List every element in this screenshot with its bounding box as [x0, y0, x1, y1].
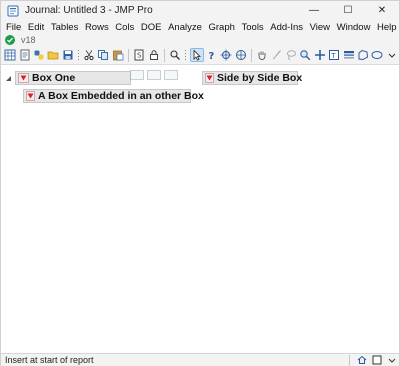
simple-shape-icon[interactable]: T — [328, 48, 340, 62]
outline-embedded-box: A Box Embedded in an other Box — [23, 89, 204, 103]
arrow-tool-icon[interactable] — [189, 48, 204, 62]
brush-icon[interactable] — [270, 48, 282, 62]
jmp-journal-window: Journal: Untitled 3 - JMP Pro — ☐ ✕ File… — [0, 0, 400, 366]
toolbar-grip — [184, 48, 187, 62]
menu-rows[interactable]: Rows — [83, 22, 113, 33]
ghost-box — [130, 70, 144, 80]
polygon-icon[interactable] — [357, 48, 369, 62]
menu-doe[interactable]: DOE — [139, 22, 166, 33]
svg-text:T: T — [330, 52, 336, 60]
status-strip: v18 — [1, 34, 399, 46]
ghost-box — [147, 70, 161, 80]
version-label: v18 — [21, 35, 36, 45]
lock-icon[interactable] — [147, 48, 159, 62]
drag-placeholder — [130, 68, 204, 82]
toolbar: S ? T — [1, 46, 399, 65]
menu-view[interactable]: View — [308, 22, 335, 33]
ghost-box — [164, 70, 178, 80]
help-tool-icon[interactable]: ? — [206, 48, 218, 62]
outline-header-side-by-side[interactable]: Side by Side Box — [202, 71, 302, 85]
toolbar-overflow-icon[interactable] — [386, 48, 398, 62]
svg-text:S: S — [137, 52, 142, 60]
chevron-down-icon[interactable] — [386, 355, 397, 366]
status-bar: Insert at start of report — [1, 353, 399, 366]
menu-tables[interactable]: Tables — [49, 22, 83, 33]
annotate-icon[interactable] — [314, 48, 326, 62]
toolbar-separator — [128, 48, 129, 62]
menu-add-ins[interactable]: Add-Ins — [268, 22, 307, 33]
red-triangle-menu-icon[interactable] — [26, 91, 35, 101]
maximize-button[interactable]: ☐ — [331, 1, 365, 20]
outline-box-one: Box One — [5, 71, 131, 85]
crosshair-icon[interactable] — [220, 48, 232, 62]
window-title: Journal: Untitled 3 - JMP Pro — [25, 5, 153, 16]
outline-title: Box One — [32, 72, 76, 84]
scroller-icon[interactable] — [235, 48, 247, 62]
copy-icon[interactable] — [97, 48, 109, 62]
menu-edit[interactable]: Edit — [26, 22, 49, 33]
home-icon[interactable] — [356, 355, 367, 366]
outline-header-embedded[interactable]: A Box Embedded in an other Box — [23, 89, 204, 103]
save-icon[interactable] — [62, 48, 74, 62]
outline-title: Side by Side Box — [217, 72, 303, 84]
toolbar-separator — [251, 48, 252, 62]
disclosure-icon[interactable] — [5, 75, 12, 82]
menu-cols[interactable]: Cols — [113, 22, 139, 33]
window-list-icon[interactable] — [371, 355, 382, 366]
minimize-button[interactable]: — — [297, 1, 331, 20]
python-icon[interactable] — [33, 48, 45, 62]
status-separator — [349, 354, 350, 366]
menu-tools[interactable]: Tools — [240, 22, 269, 33]
toolbar-separator — [163, 48, 165, 62]
lasso-icon[interactable] — [285, 48, 297, 62]
line-icon[interactable] — [342, 48, 354, 62]
new-script-icon[interactable] — [18, 48, 30, 62]
svg-text:?: ? — [208, 51, 214, 61]
toolbar-grip — [77, 48, 80, 62]
menu-help[interactable]: Help — [375, 22, 400, 33]
search-icon[interactable] — [169, 48, 181, 62]
menu-analyze[interactable]: Analyze — [166, 22, 206, 33]
open-icon[interactable] — [47, 48, 59, 62]
cut-icon[interactable] — [83, 48, 95, 62]
ellipse-icon[interactable] — [371, 48, 383, 62]
grabber-icon[interactable] — [256, 48, 268, 62]
jmp-journal-icon — [7, 5, 19, 17]
new-data-table-icon[interactable] — [4, 48, 16, 62]
status-text: Insert at start of report — [5, 355, 94, 365]
outline-title: A Box Embedded in an other Box — [38, 90, 204, 102]
outline-header-box-one[interactable]: Box One — [15, 71, 131, 85]
paste-icon[interactable] — [112, 48, 124, 62]
red-triangle-menu-icon[interactable] — [18, 73, 29, 83]
journal-icon[interactable]: S — [133, 48, 145, 62]
red-triangle-menu-icon[interactable] — [205, 73, 214, 83]
magnifier-icon[interactable] — [299, 48, 311, 62]
menu-file[interactable]: File — [4, 22, 26, 33]
close-button[interactable]: ✕ — [365, 1, 399, 20]
title-bar: Journal: Untitled 3 - JMP Pro — ☐ ✕ — [1, 1, 399, 20]
check-icon[interactable] — [5, 35, 15, 45]
menu-window[interactable]: Window — [335, 22, 375, 33]
menu-bar: File Edit Tables Rows Cols DOE Analyze G… — [1, 20, 399, 34]
outline-side-by-side: Side by Side Box — [202, 71, 302, 85]
menu-graph[interactable]: Graph — [207, 22, 240, 33]
journal-content: Box One Side by Side Box A Box Embedded … — [1, 66, 399, 353]
